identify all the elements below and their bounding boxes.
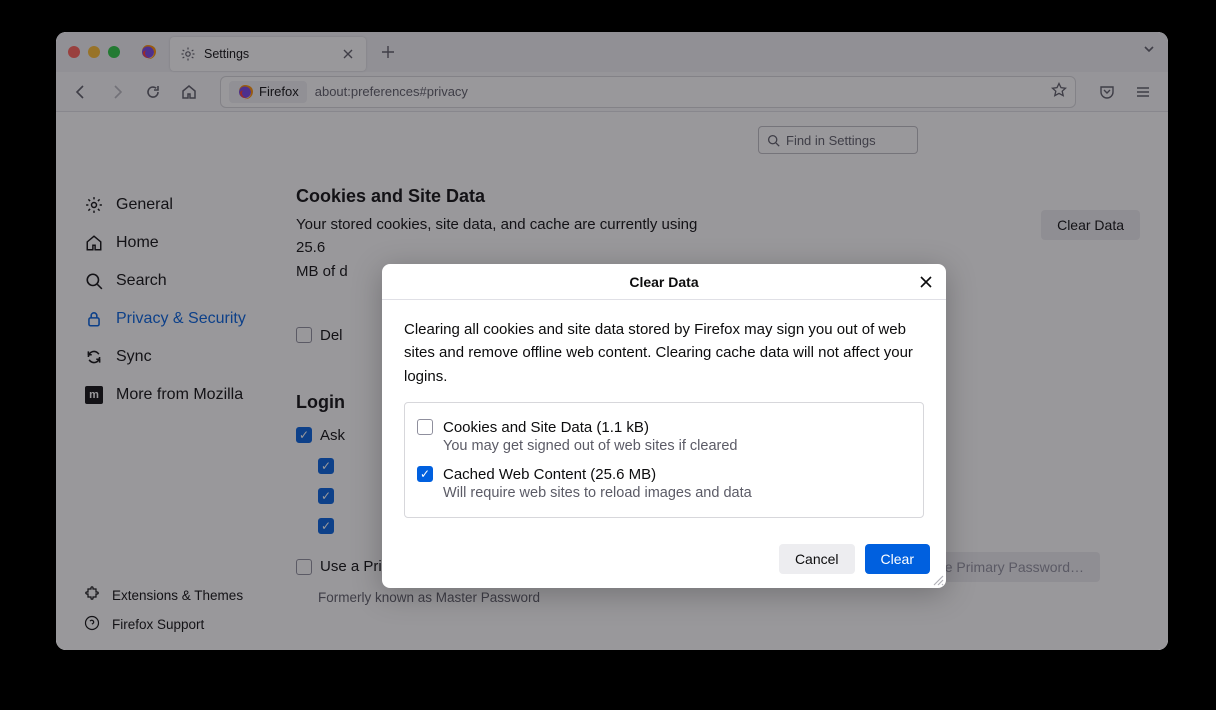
checkbox-unchecked[interactable] <box>417 419 433 435</box>
dialog-description: Clearing all cookies and site data store… <box>404 318 924 388</box>
option-cookies-label: Cookies and Site Data (1.1 kB) <box>443 419 649 436</box>
checkbox-checked[interactable] <box>417 466 433 482</box>
close-dialog-button[interactable] <box>916 272 936 292</box>
dialog-body: Clearing all cookies and site data store… <box>382 300 946 532</box>
dialog-header: Clear Data <box>382 264 946 300</box>
clear-data-dialog: Clear Data Clearing all cookies and site… <box>382 264 946 588</box>
cancel-button[interactable]: Cancel <box>779 544 855 574</box>
option-cache-label: Cached Web Content (25.6 MB) <box>443 466 656 483</box>
dialog-footer: Cancel Clear <box>382 532 946 588</box>
option-cookies-sub: You may get signed out of web sites if c… <box>443 438 911 454</box>
resize-handle[interactable] <box>930 572 944 586</box>
option-cookies-site-data[interactable]: Cookies and Site Data (1.1 kB) You may g… <box>417 413 911 460</box>
dialog-options: Cookies and Site Data (1.1 kB) You may g… <box>404 402 924 518</box>
option-cache-sub: Will require web sites to reload images … <box>443 485 911 501</box>
clear-button[interactable]: Clear <box>865 544 930 574</box>
dialog-title: Clear Data <box>629 274 698 290</box>
browser-window: Settings Firefox about:preferences#priva… <box>56 32 1168 650</box>
option-cached-content[interactable]: Cached Web Content (25.6 MB) Will requir… <box>417 460 911 507</box>
